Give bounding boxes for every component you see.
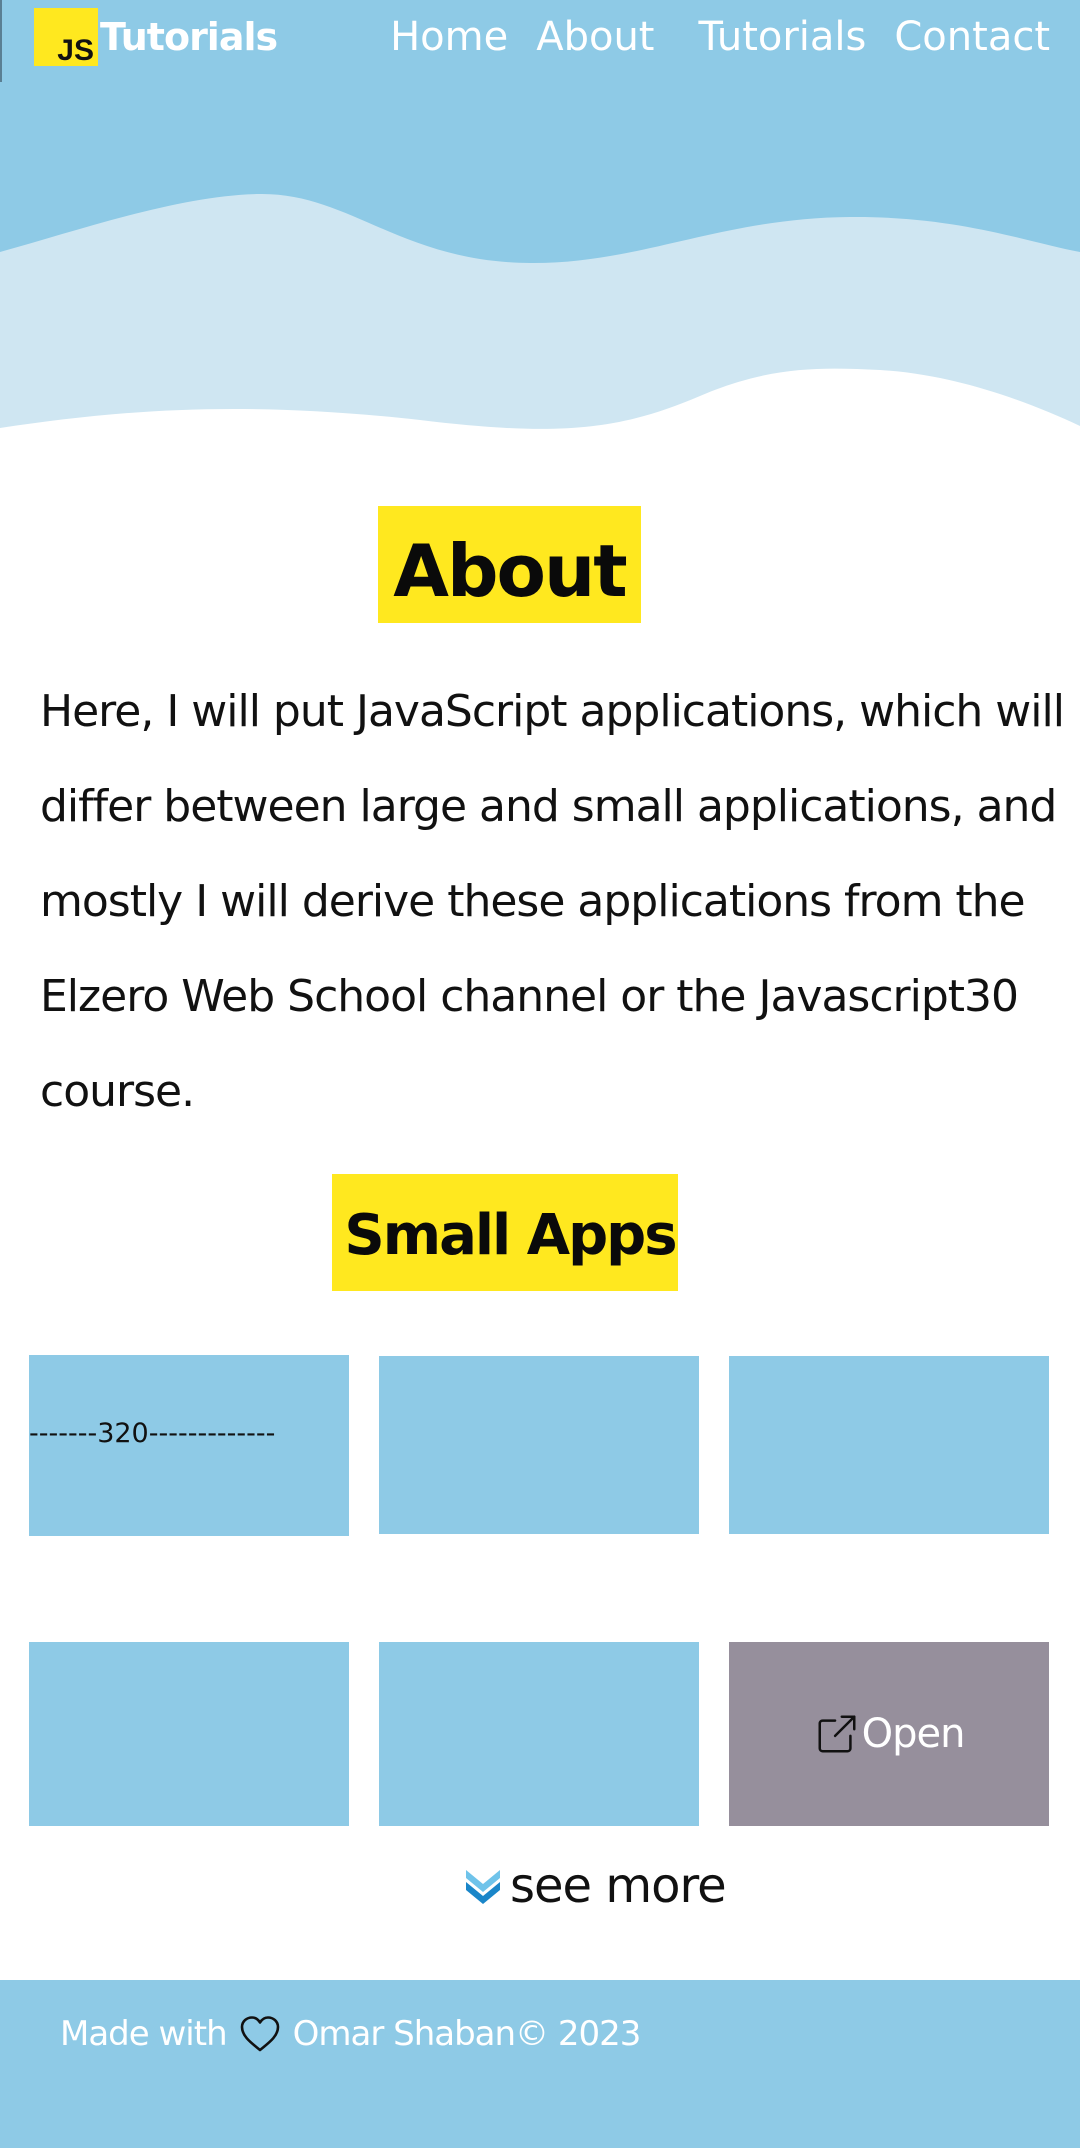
about-title-box: About [378, 506, 641, 623]
nav-about[interactable]: About [536, 14, 654, 60]
heart-icon [240, 2016, 279, 2052]
small-apps-title: Small Apps [344, 1203, 677, 1268]
see-more-label: see more [510, 1858, 727, 1914]
nav-tutorials[interactable]: Tutorials [698, 14, 866, 60]
page-footer: Made with Omar Shaban© 2023 [0, 1980, 1080, 2148]
about-paragraph: Here, I will put JavaScript applications… [40, 686, 1065, 1117]
logo-text: Tutorials [100, 15, 278, 59]
external-link-icon [818, 1715, 856, 1753]
js-badge: JS [34, 8, 98, 66]
small-apps-title-box: Small Apps [332, 1174, 678, 1291]
open-label: Open [861, 1711, 966, 1757]
app-card[interactable] [29, 1642, 349, 1826]
logo-badge-text: JS [57, 34, 94, 67]
double-chevron-down-icon [466, 1870, 500, 1904]
footer-credit: Made with Omar Shaban© 2023 [60, 2014, 642, 2054]
card-placeholder-text: -------320------------- [29, 1418, 276, 1449]
header-edge [0, 0, 2, 82]
site-logo[interactable]: JS Tutorials [34, 8, 278, 66]
nav-home[interactable]: Home [390, 14, 508, 60]
wave-background [0, 193, 1080, 440]
app-card[interactable]: -------320------------- [29, 1355, 349, 1536]
author-credit: Omar Shaban© 2023 [292, 2014, 642, 2054]
app-card[interactable] [379, 1356, 699, 1534]
app-card-hovered[interactable]: Open [729, 1642, 1049, 1826]
see-more-link[interactable]: see more [464, 1858, 727, 1914]
app-card[interactable] [729, 1356, 1049, 1534]
made-with-text: Made with [60, 2014, 228, 2054]
nav-contact[interactable]: Contact [894, 14, 1050, 60]
hero-header: JS Tutorials Home About Tutorials Contac… [0, 0, 1080, 440]
app-card[interactable] [379, 1642, 699, 1826]
open-app-button[interactable]: Open [729, 1642, 1049, 1826]
main-nav: Home About Tutorials Contact [390, 14, 1050, 60]
about-title: About [393, 528, 627, 613]
